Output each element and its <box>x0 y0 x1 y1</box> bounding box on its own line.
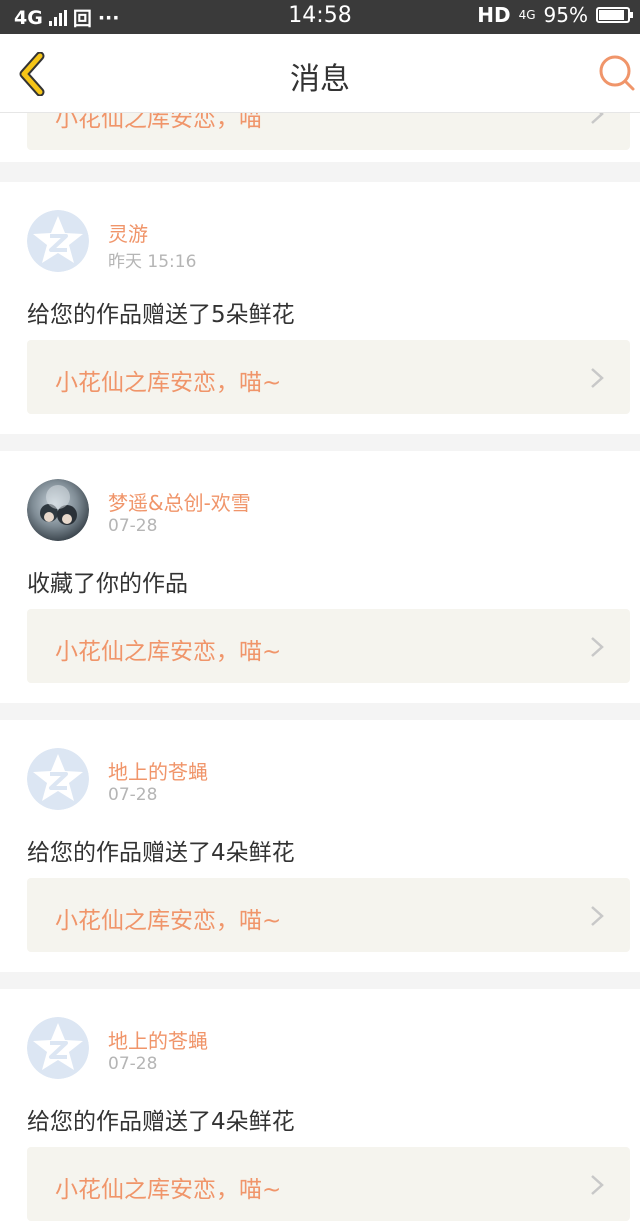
message-text: 收藏了你的作品 <box>27 571 188 597</box>
message-time: 07-28 <box>108 785 158 805</box>
search-icon <box>599 55 635 91</box>
message-time: 07-28 <box>108 516 158 536</box>
navigation-bar: 消息 <box>0 34 640 113</box>
chevron-right-icon <box>591 368 604 388</box>
work-link[interactable]: 小花仙之库安恋，喵~ <box>27 609 630 683</box>
work-link[interactable]: 小花仙之库安恋，喵 <box>27 112 630 150</box>
work-link[interactable]: 小花仙之库安恋，喵~ <box>27 878 630 952</box>
chevron-right-icon <box>591 906 604 926</box>
user-name[interactable]: 灵游 <box>108 218 148 247</box>
work-title: 小花仙之库安恋，喵~ <box>55 908 282 934</box>
status-right: HD 4G 95% <box>477 3 633 27</box>
work-link[interactable]: 小花仙之库安恋，喵~ <box>27 1147 630 1221</box>
message-text: 给您的作品赠送了4朵鲜花 <box>27 840 295 866</box>
work-title: 小花仙之库安恋，喵 <box>55 112 262 132</box>
work-link[interactable]: 小花仙之库安恋，喵~ <box>27 340 630 414</box>
network-type-label: 4G <box>518 8 536 22</box>
chevron-right-icon <box>591 637 604 657</box>
default-avatar-icon[interactable] <box>27 1017 89 1079</box>
message-time: 昨天 15:16 <box>108 252 197 272</box>
message-time: 07-28 <box>108 1054 158 1074</box>
page-title: 消息 <box>290 62 350 97</box>
status-bar: 4G 回 ··· 14:58 HD 4G 95% <box>0 0 640 34</box>
default-avatar-icon[interactable] <box>27 210 89 272</box>
hd-label: HD <box>477 3 511 27</box>
message-card: 地上的苍蝇 07-28 给您的作品赠送了4朵鲜花 小花仙之库安恋，喵~ <box>0 720 640 972</box>
chevron-right-icon <box>591 112 604 124</box>
message-card: 梦遥&总创-欢雪 07-28 收藏了你的作品 小花仙之库安恋，喵~ <box>0 451 640 703</box>
message-text: 给您的作品赠送了4朵鲜花 <box>27 1109 295 1135</box>
chevron-right-icon <box>591 1175 604 1195</box>
work-title: 小花仙之库安恋，喵~ <box>55 1177 282 1203</box>
work-title: 小花仙之库安恋，喵~ <box>55 639 282 665</box>
search-button[interactable] <box>598 54 636 92</box>
user-name[interactable]: 地上的苍蝇 <box>108 1025 208 1054</box>
battery-percent: 95% <box>543 3 588 27</box>
message-text: 给您的作品赠送了5朵鲜花 <box>27 302 295 328</box>
list-item-partial: 小花仙之库安恋，喵 <box>0 112 640 162</box>
default-avatar-icon[interactable] <box>27 748 89 810</box>
battery-level <box>599 10 624 20</box>
message-card: 地上的苍蝇 07-28 给您的作品赠送了4朵鲜花 小花仙之库安恋，喵~ <box>0 989 640 1226</box>
user-name[interactable]: 梦遥&总创-欢雪 <box>108 487 251 516</box>
battery-icon <box>596 7 633 23</box>
work-title: 小花仙之库安恋，喵~ <box>55 370 282 396</box>
photo-avatar[interactable] <box>27 479 89 541</box>
user-name[interactable]: 地上的苍蝇 <box>108 756 208 785</box>
message-card: 灵游 昨天 15:16 给您的作品赠送了5朵鲜花 小花仙之库安恋，喵~ <box>0 182 640 434</box>
